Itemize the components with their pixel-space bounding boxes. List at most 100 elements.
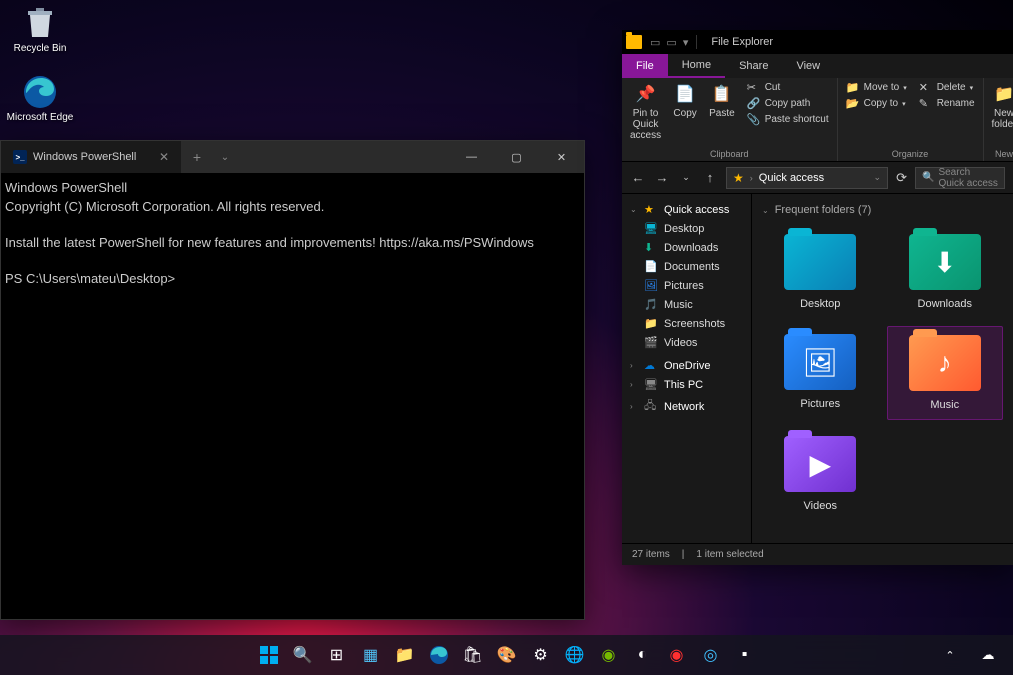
sidebar-onedrive[interactable]: ›☁OneDrive xyxy=(622,356,751,375)
store-taskbar[interactable]: 🛍 xyxy=(458,640,488,670)
desktop-icon-label: Recycle Bin xyxy=(14,43,67,54)
task-view-button[interactable]: ⊞ xyxy=(322,640,352,670)
sidebar: ⌄★Quick access 🖥Desktop ⬇Downloads 📄Docu… xyxy=(622,194,752,543)
app-taskbar-3[interactable]: 🌐 xyxy=(560,640,590,670)
maximize-button[interactable]: ▢ xyxy=(494,141,539,173)
up-button[interactable]: ↑ xyxy=(702,170,718,185)
rename-button[interactable]: ✎Rename xyxy=(915,96,979,111)
ribbon-tabs: File Home Share View xyxy=(622,54,1013,78)
group-label: Clipboard xyxy=(626,147,833,159)
app-taskbar-4[interactable]: ◉ xyxy=(662,640,692,670)
address-dropdown[interactable]: ⌄ xyxy=(874,172,882,183)
sidebar-quick-access[interactable]: ⌄★Quick access xyxy=(622,200,751,219)
desktop-icon-edge[interactable]: Microsoft Edge xyxy=(5,74,75,123)
music-folder-icon: ♪ xyxy=(909,335,981,391)
paste-icon: 📋 xyxy=(710,82,734,106)
folder-pictures[interactable]: 🖼 Pictures xyxy=(762,326,879,420)
file-explorer-taskbar[interactable]: 📁 xyxy=(390,640,420,670)
qat-button[interactable]: ▭ xyxy=(650,36,660,49)
powershell-tabbar: >_ Windows PowerShell ✕ + ⌄ — ▢ ✕ xyxy=(1,141,584,173)
tray-onedrive[interactable]: ☁ xyxy=(973,640,1003,670)
terminal-taskbar[interactable]: ▪ xyxy=(730,640,760,670)
address-bar[interactable]: ★ › Quick access ⌄ xyxy=(726,167,888,189)
main-pane[interactable]: ⌄Frequent folders (7) Desktop ⬇ Download… xyxy=(752,194,1013,543)
move-to-button[interactable]: 📁Move to▾ xyxy=(842,80,911,95)
tab-view[interactable]: View xyxy=(782,54,834,78)
search-placeholder: Search Quick access xyxy=(938,167,998,189)
explorer-titlebar[interactable]: ▭ ▭ ▾ File Explorer xyxy=(622,30,1013,54)
cut-icon: ✂ xyxy=(747,81,761,94)
section-header[interactable]: ⌄Frequent folders (7) xyxy=(762,204,1003,216)
steam-taskbar[interactable]: ◐ xyxy=(628,640,658,670)
forward-button[interactable]: → xyxy=(654,170,670,185)
star-icon: ★ xyxy=(733,171,744,185)
sidebar-network[interactable]: ›🖧Network xyxy=(622,394,751,419)
powershell-tab[interactable]: >_ Windows PowerShell ✕ xyxy=(1,141,181,173)
refresh-button[interactable]: ⟳ xyxy=(896,170,907,186)
folder-videos[interactable]: ▶ Videos xyxy=(762,428,879,520)
sidebar-downloads[interactable]: ⬇Downloads xyxy=(622,238,751,257)
qat-dropdown[interactable]: ▾ xyxy=(683,36,689,49)
tab-dropdown-button[interactable]: ⌄ xyxy=(213,141,237,173)
delete-icon: ✕ xyxy=(919,81,933,94)
folder-icon xyxy=(626,35,642,49)
paste-shortcut-button[interactable]: 📎Paste shortcut xyxy=(743,112,833,127)
desktop-icon-recycle-bin[interactable]: Recycle Bin xyxy=(5,5,75,54)
pin-icon: 📌 xyxy=(634,82,658,106)
terminal-output[interactable]: Windows PowerShell Copyright (C) Microso… xyxy=(1,173,584,294)
new-folder-button[interactable]: 📁New folder xyxy=(988,80,1013,147)
delete-button[interactable]: ✕Delete▾ xyxy=(915,80,979,95)
cut-button[interactable]: ✂Cut xyxy=(743,80,833,95)
powershell-tab-title: Windows PowerShell xyxy=(33,151,136,163)
search-button[interactable]: 🔍 xyxy=(288,640,318,670)
back-button[interactable]: ← xyxy=(630,170,646,185)
copy-to-icon: 📂 xyxy=(846,97,860,110)
sidebar-this-pc[interactable]: ›🖥This PC xyxy=(622,375,751,394)
minimize-button[interactable]: — xyxy=(449,141,494,173)
tray-chevron[interactable]: ⌃ xyxy=(935,640,965,670)
sidebar-desktop[interactable]: 🖥Desktop xyxy=(622,219,751,238)
app-taskbar-1[interactable]: 🎨 xyxy=(492,640,522,670)
group-label: Organize xyxy=(842,147,979,159)
qat-button[interactable]: ▭ xyxy=(666,36,676,49)
sidebar-documents[interactable]: 📄Documents xyxy=(622,257,751,276)
edge-taskbar[interactable] xyxy=(424,640,454,670)
close-tab-icon[interactable]: ✕ xyxy=(159,150,169,164)
pin-to-quick-access-button[interactable]: 📌Pin to Quick access xyxy=(626,80,665,147)
folder-downloads[interactable]: ⬇ Downloads xyxy=(887,226,1004,318)
copy-path-button[interactable]: 🔗Copy path xyxy=(743,96,833,111)
copy-to-button[interactable]: 📂Copy to▾ xyxy=(842,96,911,111)
sidebar-pictures[interactable]: 🖼Pictures xyxy=(622,276,751,295)
search-box[interactable]: 🔍 Search Quick access xyxy=(915,167,1005,189)
close-button[interactable]: ✕ xyxy=(539,141,584,173)
copy-button[interactable]: 📄Copy xyxy=(669,80,701,147)
tab-share[interactable]: Share xyxy=(725,54,782,78)
tab-home[interactable]: Home xyxy=(668,54,725,78)
sidebar-videos[interactable]: 🎬Videos xyxy=(622,333,751,352)
powershell-icon: >_ xyxy=(13,150,27,164)
folder-music[interactable]: ♪ Music xyxy=(887,326,1004,420)
item-count: 27 items xyxy=(632,549,670,560)
status-bar: 27 items | 1 item selected xyxy=(622,543,1013,565)
ribbon: 📌Pin to Quick access 📄Copy 📋Paste ✂Cut 🔗… xyxy=(622,78,1013,162)
paste-button[interactable]: 📋Paste xyxy=(705,80,739,147)
address-text: Quick access xyxy=(759,172,824,184)
sidebar-music[interactable]: 🎵Music xyxy=(622,295,751,314)
recent-dropdown[interactable]: ⌄ xyxy=(678,172,694,183)
app-taskbar-2[interactable]: ⚙ xyxy=(526,640,556,670)
widgets-button[interactable]: ▦ xyxy=(356,640,386,670)
new-tab-button[interactable]: + xyxy=(181,141,213,173)
folder-desktop[interactable]: Desktop xyxy=(762,226,879,318)
app-taskbar-5[interactable]: ◎ xyxy=(696,640,726,670)
nvidia-taskbar[interactable]: ◉ xyxy=(594,640,624,670)
tab-file[interactable]: File xyxy=(622,54,668,78)
start-button[interactable] xyxy=(254,640,284,670)
pictures-folder-icon: 🖼 xyxy=(784,334,856,390)
search-icon: 🔍 xyxy=(922,172,934,183)
window-title: File Explorer xyxy=(711,36,773,48)
edge-icon xyxy=(22,74,58,110)
taskbar: 🔍 ⊞ ▦ 📁 🛍 🎨 ⚙ 🌐 ◉ ◐ ◉ ◎ ▪ ⌃ ☁ xyxy=(0,635,1013,675)
downloads-folder-icon: ⬇ xyxy=(909,234,981,290)
sidebar-screenshots[interactable]: 📁Screenshots xyxy=(622,314,751,333)
rename-icon: ✎ xyxy=(919,97,933,110)
